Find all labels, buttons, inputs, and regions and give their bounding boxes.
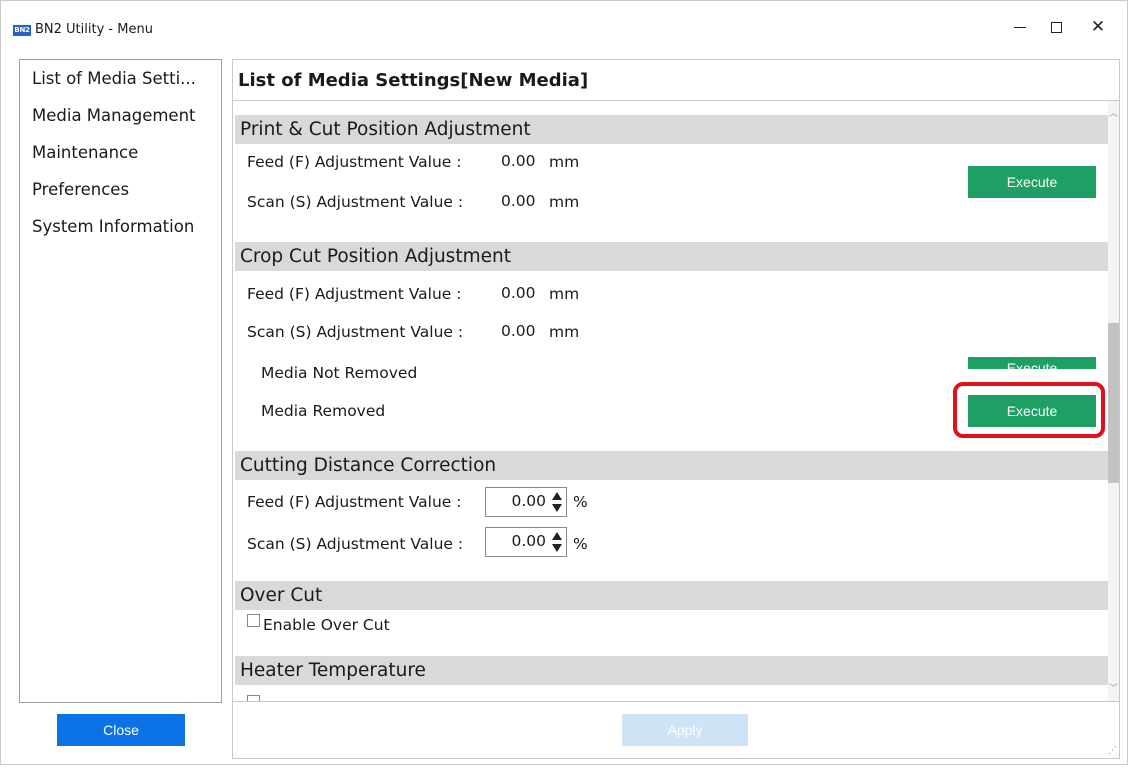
section-over-cut: Over Cut (235, 581, 1111, 610)
scan-adjustment-stepper[interactable]: 0.00 (485, 527, 567, 557)
sidebar-nav: List of Media Setti... Media Management … (19, 59, 222, 703)
sidebar-item-list-of-media-settings[interactable]: List of Media Setti... (20, 60, 221, 97)
crop-cut-scan-label: Scan (S) Adjustment Value : (247, 323, 464, 341)
page-title: List of Media Settings[New Media] (238, 70, 589, 91)
vertical-scrollbar[interactable]: ︿ ﹀ (1108, 101, 1119, 701)
sidebar-item-media-management[interactable]: Media Management (20, 97, 221, 134)
scroll-down-arrow-icon[interactable]: ﹀ (1109, 681, 1118, 694)
section-title: Print & Cut Position Adjustment (240, 119, 531, 140)
resize-grip-icon[interactable]: ⋰ (1108, 746, 1117, 756)
title-bar: BN2 BN2 Utility - Menu ✕ (1, 1, 1127, 45)
media-removed-label: Media Removed (261, 402, 386, 420)
divider (233, 701, 1119, 702)
stepper-value: 0.00 (511, 532, 546, 550)
stepper-arrows-icon[interactable] (550, 530, 564, 554)
sidebar-item-system-information[interactable]: System Information (20, 208, 221, 245)
scroll-up-arrow-icon[interactable]: ︿ (1109, 106, 1118, 119)
section-heater-temperature: Heater Temperature (235, 656, 1111, 685)
scrollbar-thumb[interactable] (1108, 323, 1119, 483)
apply-button[interactable]: Apply (622, 714, 748, 746)
stepper-value: 0.00 (511, 492, 546, 510)
crop-cut-scan-unit: mm (549, 323, 580, 341)
crop-cut-feed-label: Feed (F) Adjustment Value : (247, 285, 462, 303)
main-panel: List of Media Settings[New Media] Print … (232, 59, 1120, 759)
maximize-icon (1050, 21, 1062, 33)
close-button[interactable]: Close (57, 714, 185, 746)
crop-cut-feed-value: 0.00 (501, 284, 536, 302)
section-title: Cutting Distance Correction (240, 455, 497, 476)
enable-over-cut-label[interactable]: Enable Over Cut (263, 616, 390, 634)
print-cut-feed-unit: mm (549, 153, 580, 171)
minimize-icon (1014, 26, 1026, 28)
increment-arrow-icon[interactable] (552, 492, 562, 500)
crop-cut-feed-unit: mm (549, 285, 580, 303)
cutting-distance-scan-unit: % (573, 535, 588, 553)
settings-scroll-area[interactable]: Print & Cut Position Adjustment Feed (F)… (233, 101, 1119, 701)
print-cut-feed-value: 0.00 (501, 152, 536, 170)
sidebar-item-maintenance[interactable]: Maintenance (20, 134, 221, 171)
sidebar-item-preferences[interactable]: Preferences (20, 171, 221, 208)
app-logo-icon: BN2 (13, 25, 31, 36)
crop-cut-scan-value: 0.00 (501, 322, 536, 340)
section-title: Crop Cut Position Adjustment (240, 246, 511, 267)
section-title: Over Cut (240, 585, 323, 606)
media-not-removed-execute-button[interactable]: Execute (968, 357, 1096, 369)
print-cut-scan-value: 0.00 (501, 192, 536, 210)
cutting-distance-feed-unit: % (573, 493, 588, 511)
section-print-cut-position: Print & Cut Position Adjustment (235, 115, 1111, 144)
highlight-annotation (953, 382, 1105, 438)
feed-adjustment-stepper[interactable]: 0.00 (485, 487, 567, 517)
section-title: Heater Temperature (240, 660, 426, 681)
media-not-removed-label: Media Not Removed (261, 364, 418, 382)
print-cut-execute-button[interactable]: Execute (968, 166, 1096, 198)
print-cut-feed-label: Feed (F) Adjustment Value : (247, 153, 462, 171)
print-cut-scan-unit: mm (549, 193, 580, 211)
decrement-arrow-icon[interactable] (552, 504, 562, 512)
section-crop-cut-position: Crop Cut Position Adjustment (235, 242, 1111, 271)
close-icon: ✕ (1090, 17, 1106, 37)
maximize-button[interactable] (1034, 11, 1078, 43)
print-cut-scan-label: Scan (S) Adjustment Value : (247, 193, 464, 211)
section-cutting-distance-correction: Cutting Distance Correction (235, 451, 1111, 480)
cutting-distance-scan-label: Scan (S) Adjustment Value : (247, 535, 464, 553)
app-window: BN2 BN2 Utility - Menu ✕ List of Media S… (0, 0, 1128, 765)
increment-arrow-icon[interactable] (552, 532, 562, 540)
stepper-arrows-icon[interactable] (550, 490, 564, 514)
decrement-arrow-icon[interactable] (552, 544, 562, 552)
close-window-button[interactable]: ✕ (1076, 11, 1120, 43)
enable-over-cut-checkbox[interactable] (247, 614, 260, 627)
cutting-distance-feed-label: Feed (F) Adjustment Value : (247, 493, 462, 511)
window-title: BN2 Utility - Menu (35, 22, 153, 37)
